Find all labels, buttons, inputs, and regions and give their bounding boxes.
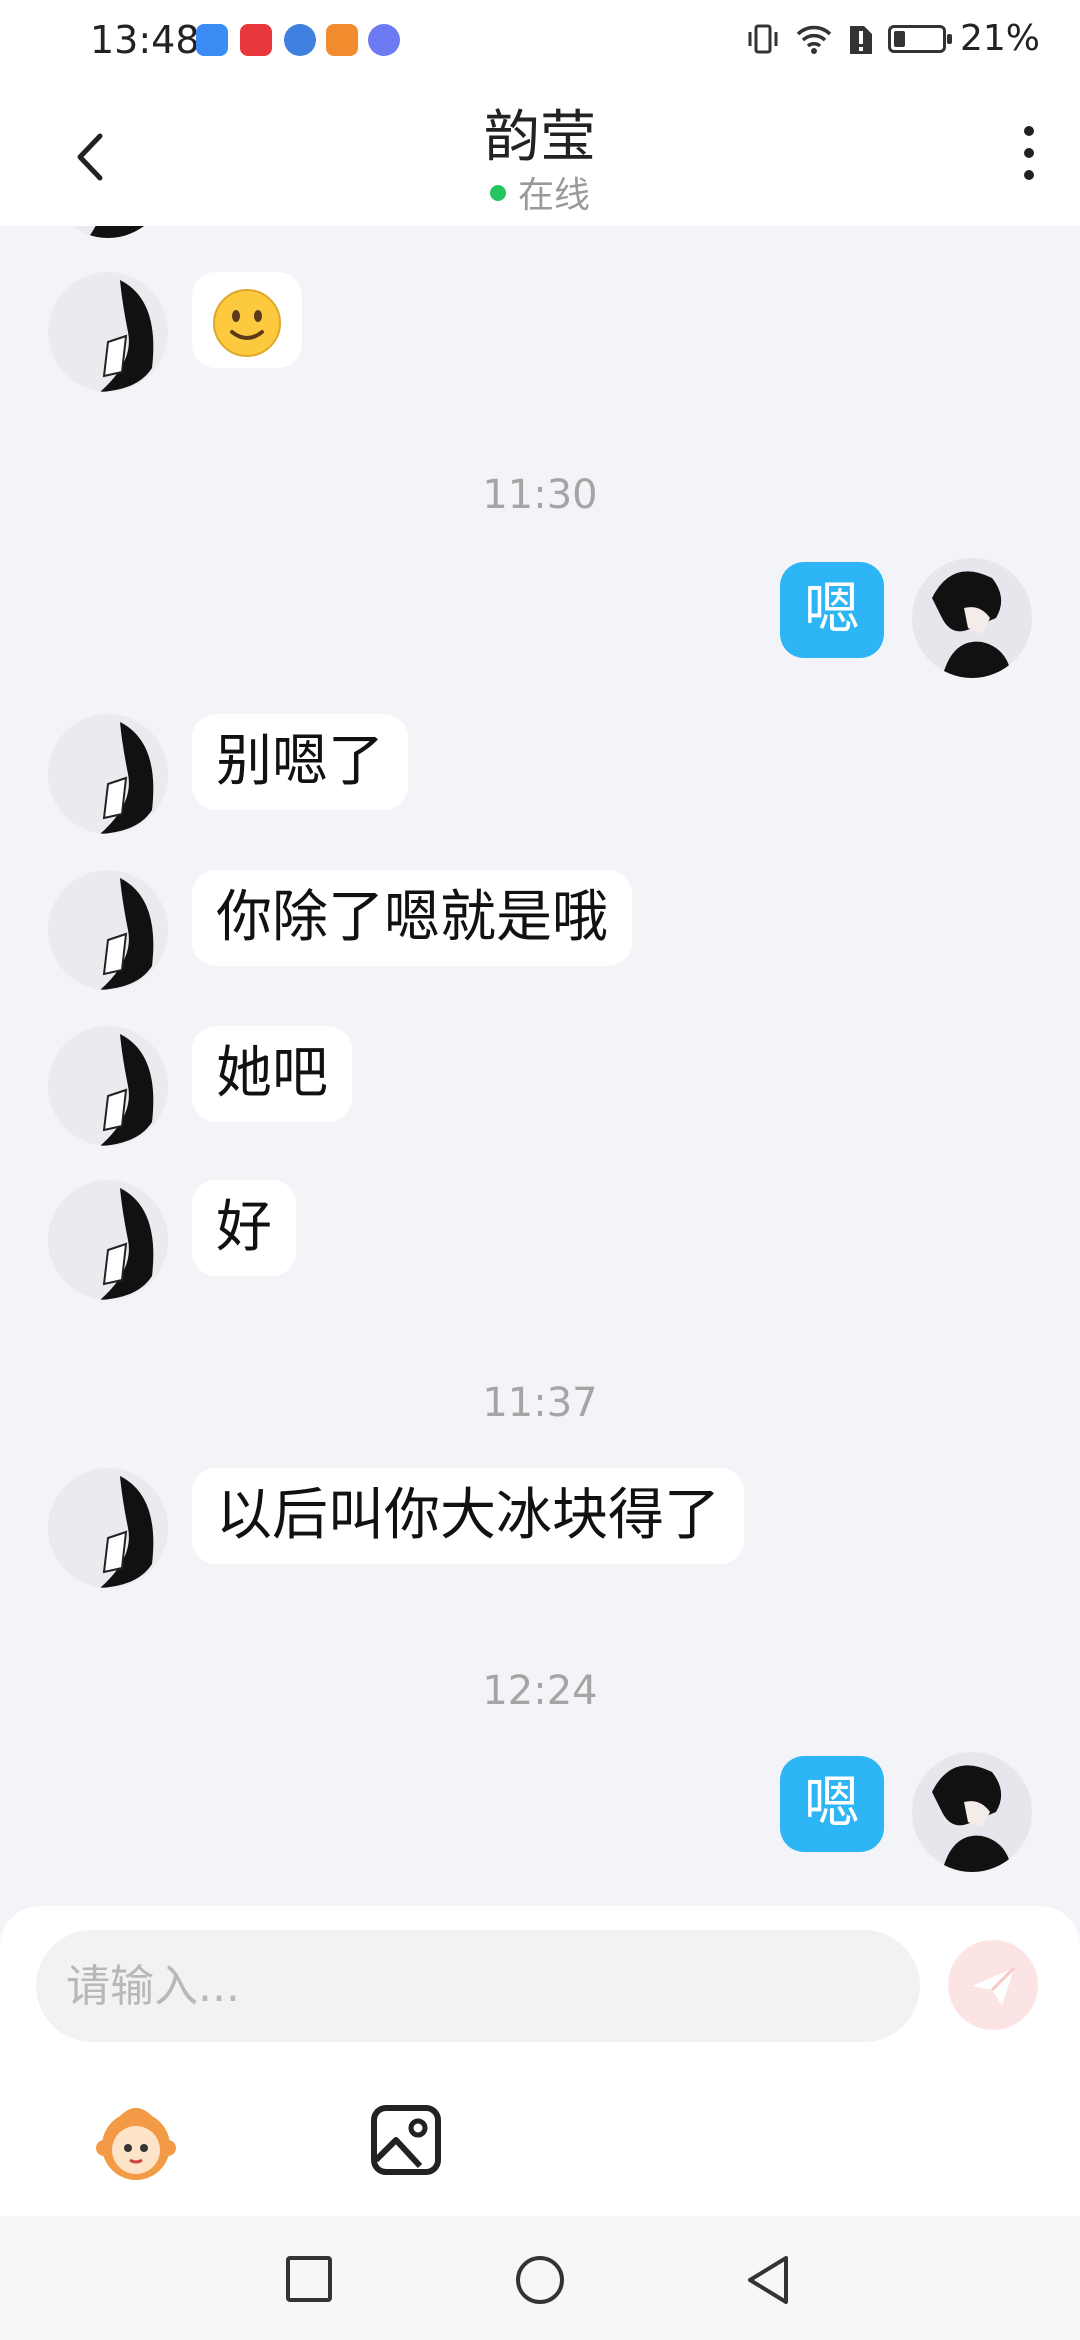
anime-avatar-image [932, 1765, 1012, 1872]
triangle-back-nav-icon [748, 2256, 788, 2304]
message-bubble-received[interactable]: 好 [192, 1180, 296, 1276]
status-bar: 13:48 21% [0, 0, 1080, 82]
anime-avatar-image [100, 1476, 154, 1588]
anime-avatar-image [932, 571, 1012, 678]
globe-app-icon [284, 24, 316, 56]
online-dot [489, 185, 506, 201]
send-icon [972, 1966, 1016, 2006]
home-button[interactable] [514, 2254, 564, 2304]
cloud-app-icon [196, 24, 228, 56]
message-bubble-sent[interactable]: 嗯 [780, 1756, 884, 1852]
anime-avatar-image [100, 1188, 154, 1300]
red-app-icon [240, 24, 272, 56]
contact-avatar[interactable] [48, 1468, 168, 1588]
mascot-sticker-icon [96, 2108, 176, 2180]
battery-percent: 21% [959, 18, 1040, 59]
message-bubble-received[interactable]: 以后叫你大冰块得了 [192, 1468, 744, 1564]
timestamp: 11:37 [482, 1380, 598, 1426]
anime-avatar-image [100, 1034, 154, 1146]
online-status-label: 在线 [517, 175, 590, 216]
battery-icon [887, 24, 952, 53]
image-button[interactable] [358, 2092, 454, 2188]
status-indicators: 21% [746, 18, 1040, 59]
message-bubble-sent[interactable]: 嗯 [780, 562, 884, 658]
anime-avatar-image [100, 722, 154, 834]
contact-avatar[interactable] [48, 714, 168, 834]
message-bubble-received[interactable]: 你除了嗯就是哦 [192, 870, 632, 966]
timestamp: 12:24 [482, 1668, 598, 1714]
image-icon [371, 2105, 441, 2175]
slightly-smiling-face-icon [213, 288, 281, 357]
music-app-icon [368, 24, 400, 56]
more-options-button[interactable] [1014, 126, 1044, 192]
square-nav-icon [286, 2256, 332, 2302]
more-vertical-icon [1024, 126, 1034, 136]
anime-avatar-image [100, 280, 154, 392]
my-avatar[interactable] [912, 558, 1032, 678]
more-dot [1024, 170, 1034, 180]
recents-button[interactable] [284, 2254, 334, 2304]
composer-panel [0, 1906, 1080, 2216]
chat-header: 韵莹 在线 [0, 82, 1080, 226]
contact-avatar[interactable] [48, 1026, 168, 1146]
circle-nav-icon [516, 2256, 564, 2304]
back-nav-button[interactable] [744, 2254, 794, 2304]
contact-avatar[interactable] [48, 870, 168, 990]
contact-name: 韵莹 [484, 105, 596, 170]
message-list[interactable]: 11:30 嗯 别嗯了 你除了嗯就是哦 她吧 好 11:37 以后叫你大冰块得了… [0, 226, 1080, 1906]
contact-avatar[interactable] [48, 272, 168, 392]
contact-avatar[interactable] [48, 1180, 168, 1300]
anime-avatar-image [100, 878, 154, 990]
wifi-icon [796, 25, 832, 54]
my-avatar[interactable] [912, 1752, 1032, 1872]
sticker-button[interactable] [88, 2092, 184, 2188]
status-time: 13:48 [90, 18, 200, 62]
timestamp: 11:30 [482, 472, 598, 518]
send-button[interactable] [948, 1940, 1038, 2030]
message-input[interactable] [36, 1930, 920, 2042]
message-bubble-received[interactable]: 别嗯了 [192, 714, 408, 810]
vibrate-icon [748, 24, 778, 53]
video-app-icon [326, 24, 358, 56]
contact-avatar[interactable] [48, 226, 168, 238]
sim-alert-icon [849, 25, 872, 54]
more-dot [1024, 148, 1034, 158]
online-status: 在线 [0, 166, 1080, 218]
message-bubble-received[interactable]: 她吧 [192, 1026, 352, 1122]
system-nav-bar [0, 2216, 1080, 2340]
anime-avatar-image [88, 226, 149, 238]
message-bubble-received[interactable] [192, 272, 302, 368]
